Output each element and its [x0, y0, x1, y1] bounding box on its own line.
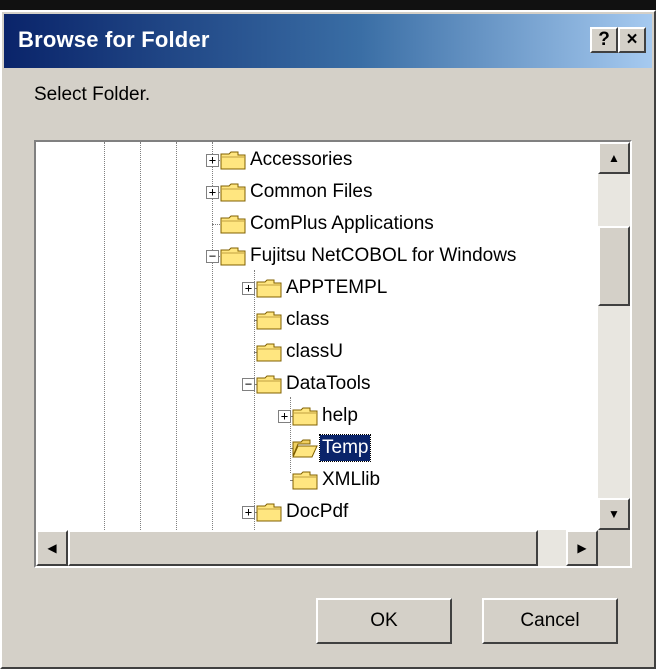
open-folder-icon[interactable] — [292, 438, 318, 458]
tree-item-label[interactable]: Temp — [318, 434, 372, 462]
tree-item-label[interactable]: help — [320, 403, 360, 429]
ok-button[interactable]: OK — [316, 598, 452, 644]
dialog-title: Browse for Folder — [18, 27, 210, 52]
scroll-down-button[interactable]: ▼ — [598, 498, 630, 530]
folder-icon[interactable] — [256, 374, 282, 394]
scroll-up-button[interactable]: ▲ — [598, 142, 630, 174]
folder-icon[interactable] — [220, 214, 246, 234]
folder-icon[interactable] — [256, 502, 282, 522]
prompt-text: Select Folder. — [34, 84, 151, 105]
vertical-scroll-thumb[interactable] — [598, 226, 630, 306]
folder-tree[interactable]: + Accessories + Common Files ComPlus Applica… — [34, 140, 632, 568]
folder-icon[interactable] — [256, 278, 282, 298]
close-button[interactable]: × — [618, 27, 646, 53]
help-button[interactable]: ? — [590, 27, 618, 53]
tree-item-label[interactable]: Fujitsu NetCOBOL for Windows — [248, 243, 518, 269]
folder-icon[interactable] — [220, 150, 246, 170]
tree-item-label[interactable]: DataTools — [284, 371, 373, 397]
tree-item-label[interactable]: APPTEMPL — [284, 275, 389, 301]
horizontal-scrollbar[interactable]: ◀ ▶ — [36, 530, 598, 566]
scrollbar-corner — [598, 530, 630, 566]
expand-icon[interactable]: + — [278, 410, 291, 423]
vertical-scrollbar[interactable]: ▲ ▼ — [598, 142, 630, 530]
folder-icon[interactable] — [220, 182, 246, 202]
folder-icon[interactable] — [292, 470, 318, 490]
scroll-right-button[interactable]: ▶ — [566, 530, 598, 566]
folder-icon[interactable] — [256, 310, 282, 330]
horizontal-scroll-thumb[interactable] — [68, 530, 538, 566]
tree-item-label[interactable]: Accessories — [248, 147, 354, 173]
tree-guide-line — [290, 397, 291, 473]
tree-guide-line — [104, 142, 105, 530]
title-bar[interactable]: Browse for Folder ? × — [4, 14, 652, 68]
tree-item-label[interactable]: DocPdf — [284, 499, 350, 525]
tree-item-label[interactable]: XMLlib — [320, 467, 382, 493]
folder-icon[interactable] — [256, 342, 282, 362]
expand-icon[interactable]: + — [242, 506, 255, 519]
collapse-icon[interactable]: − — [242, 378, 255, 391]
scroll-left-button[interactable]: ◀ — [36, 530, 68, 566]
tree-guide-line — [140, 142, 141, 530]
top-strip — [0, 0, 656, 10]
tree-item-label[interactable]: classU — [284, 339, 345, 365]
folder-tree-viewport: + Accessories + Common Files ComPlus Applica… — [36, 142, 596, 530]
cancel-button[interactable]: Cancel — [482, 598, 618, 644]
tree-item-label[interactable]: Common Files — [248, 179, 374, 205]
expand-icon[interactable]: + — [206, 186, 219, 199]
expand-icon[interactable]: + — [206, 154, 219, 167]
tree-guide-line — [212, 142, 213, 530]
tree-item-label[interactable]: ComPlus Applications — [248, 211, 436, 237]
tree-item-label[interactable]: class — [284, 307, 331, 333]
collapse-icon[interactable]: − — [206, 250, 219, 263]
tree-guide-line — [254, 270, 255, 530]
tree-connector — [212, 224, 220, 225]
expand-icon[interactable]: + — [242, 282, 255, 295]
folder-icon[interactable] — [292, 406, 318, 426]
tree-guide-line — [176, 142, 177, 530]
folder-icon[interactable] — [220, 246, 246, 266]
